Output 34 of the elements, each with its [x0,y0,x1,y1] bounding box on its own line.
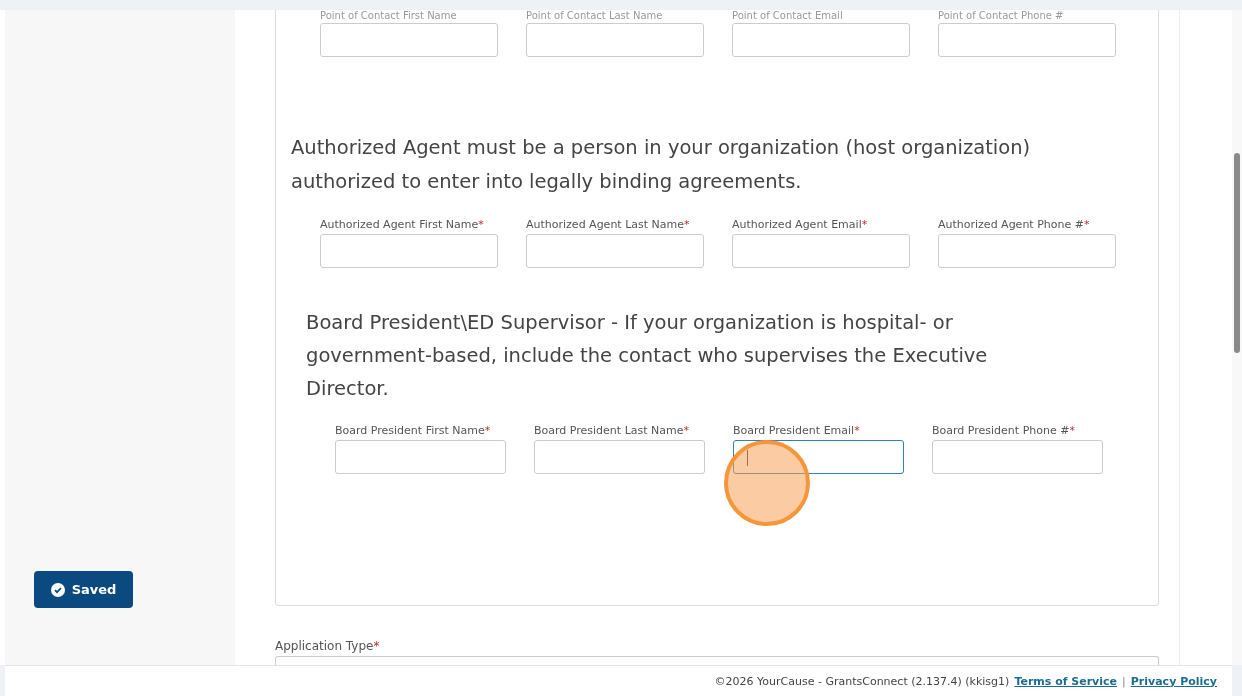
field-label: Board President First Name* [335,423,492,439]
field-label: Point of Contact Phone # [938,10,1065,22]
copyright-text: ©2026 YourCause - GrantsConnect (2.137.4) (kkisg1) [714,674,1010,688]
terms-link[interactable]: Terms of Service [1014,674,1118,688]
field-label: Point of Contact Email [732,10,844,22]
field-label: Authorized Agent Phone #* [938,217,1091,233]
field-label: Point of Contact First Name [320,10,458,22]
field-label: Authorized Agent Email* [732,217,869,233]
section-heading: Board President\ED Supervisor - If your organization is hospital- or government-based, include the contact who supervises the Executive Director. [306,310,989,402]
input-field[interactable] [534,440,705,474]
input-field[interactable] [732,234,910,268]
input-field[interactable] [932,440,1103,474]
saved-button[interactable]: Saved [34,571,133,608]
privacy-link[interactable]: Privacy Policy [1130,674,1217,688]
scrollbar-thumb[interactable] [1234,153,1240,353]
input-field[interactable] [526,23,704,57]
separator: | [1122,674,1126,688]
field-label: Point of Contact Last Name [526,10,664,22]
input-field[interactable] [733,440,904,474]
field-label: Authorized Agent Last Name* [526,217,691,233]
input-field[interactable] [938,234,1116,268]
input-field[interactable] [938,23,1116,57]
input-field[interactable] [320,23,498,57]
field-label: Authorized Agent First Name* [320,217,485,233]
check-circle-icon [50,582,65,597]
field-label: Board President Phone #* [932,423,1076,439]
input-field[interactable] [732,23,910,57]
input-field[interactable] [320,234,498,268]
field-label: Board President Last Name* [534,423,690,439]
field-label: Application Type* [275,639,380,653]
field-label: Board President Email* [733,423,861,439]
input-field[interactable] [335,440,506,474]
section-heading: Authorized Agent must be a person in your organization (host organization) authorized to enter into legally binding agreements. [291,135,1032,195]
input-field[interactable] [526,234,704,268]
